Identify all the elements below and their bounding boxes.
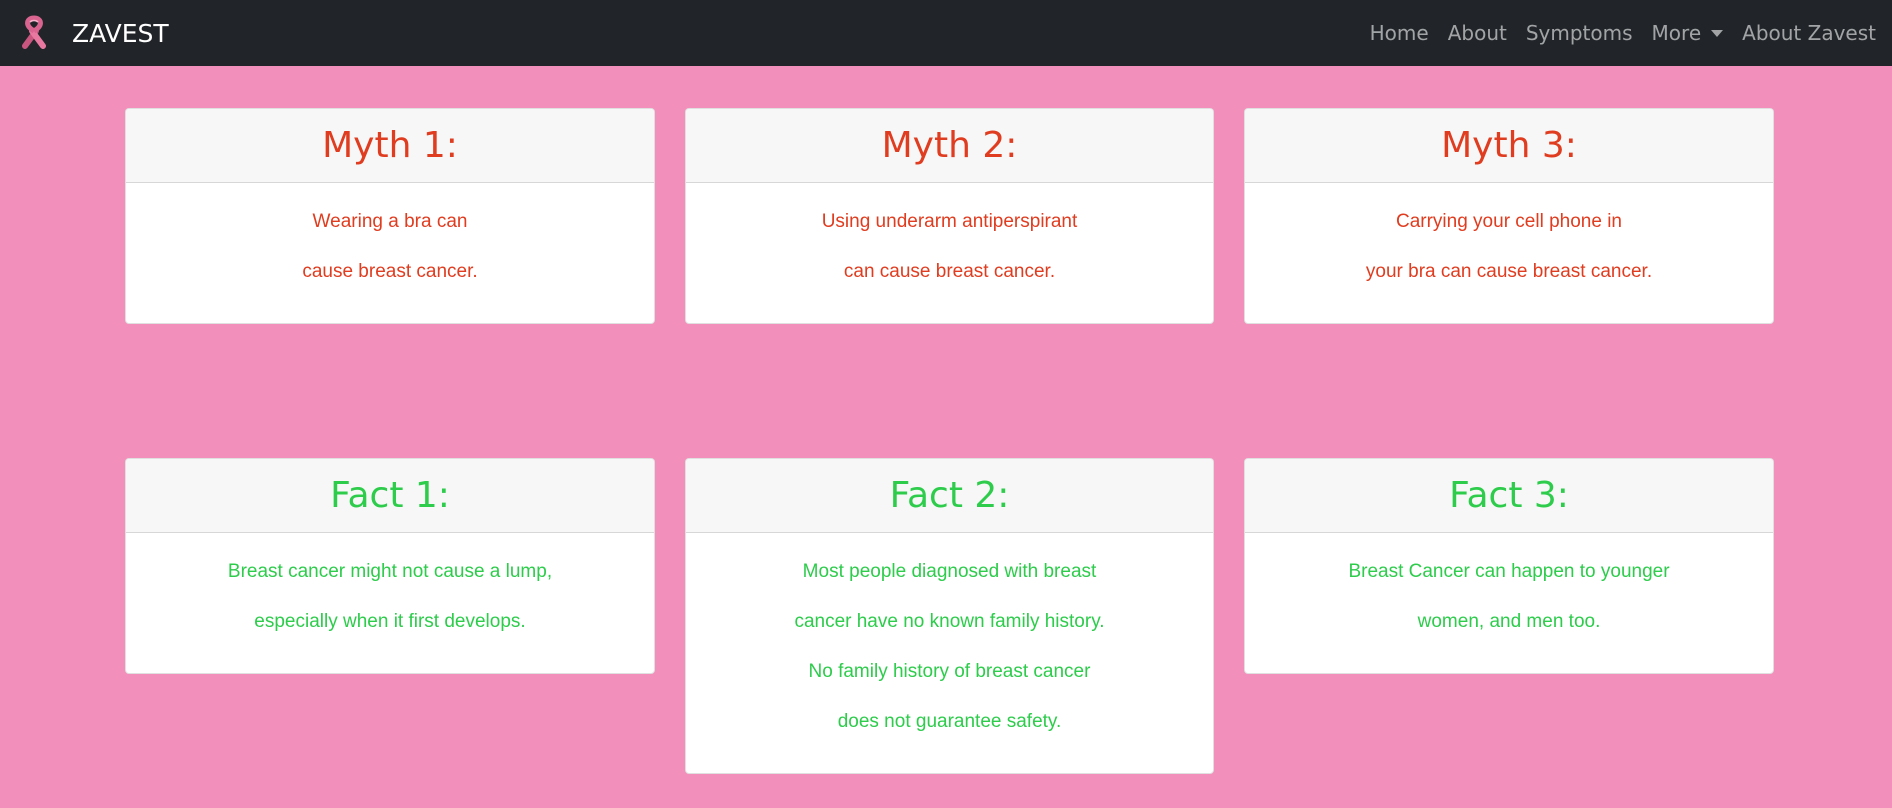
brand-name[interactable]: ZAVEST [72,19,169,48]
card-header: Fact 1: [126,459,654,533]
fact-text-line: cancer have no known family history. [794,611,1105,632]
fact-text-line: especially when it first develops. [254,611,526,632]
fact-text-line: Most people diagnosed with breast [802,561,1097,582]
fact-text-line: No family history of breast cancer [808,661,1091,682]
nav-link-about[interactable]: About [1448,21,1507,45]
myth-card-1: Myth 1: Wearing a bra can cause breast c… [125,108,655,324]
myth-card-3: Myth 3: Carrying your cell phone in your… [1244,108,1774,324]
fact-title: Fact 1: [330,475,450,516]
nav-links: Home About Symptoms More About Zavest [1351,0,1876,66]
caret-down-icon [1711,29,1724,37]
myth-text-line: Carrying your cell phone in [1395,211,1622,232]
card-body: Carrying your cell phone in your bra can… [1245,183,1773,297]
myth-text-line: your bra can cause breast cancer. [1365,261,1653,282]
card-header: Fact 3: [1245,459,1773,533]
navbar: ZAVEST Home About Symptoms More About Za… [0,0,1892,66]
card-header: Myth 1: [126,109,654,183]
card-header: Fact 2: [686,459,1213,533]
brand[interactable]: ZAVEST [16,15,169,51]
myth-title: Myth 2: [881,125,1018,166]
pink-ribbon-icon [22,15,46,49]
nav-link-about-zavest[interactable]: About Zavest [1742,21,1876,45]
fact-text-line: Breast Cancer can happen to younger [1348,561,1670,582]
card-body: Most people diagnosed with breast cancer… [686,533,1213,747]
nav-link-symptoms[interactable]: Symptoms [1526,21,1633,45]
myth-text-line: Using underarm antiperspirant [821,211,1078,232]
fact-text-line: does not guarantee safety. [837,711,1062,732]
fact-card-2: Fact 2: Most people diagnosed with breas… [685,458,1214,774]
fact-title: Fact 3: [1449,475,1569,516]
card-body: Wearing a bra can cause breast cancer. [126,183,654,297]
myth-card-2: Myth 2: Using underarm antiperspirant ca… [685,108,1214,324]
card-body: Breast cancer might not cause a lump, es… [126,533,654,647]
myth-text-line: can cause breast cancer. [843,261,1056,282]
nav-dropdown-more-label: More [1651,21,1702,45]
myth-title: Myth 3: [1441,125,1577,166]
card-body: Using underarm antiperspirant can cause … [686,183,1213,297]
card-header: Myth 3: [1245,109,1773,183]
fact-text-line: Breast cancer might not cause a lump, [227,561,553,582]
fact-card-1: Fact 1: Breast cancer might not cause a … [125,458,655,674]
myth-text-line: cause breast cancer. [302,261,478,282]
myth-title: Myth 1: [322,125,458,166]
nav-dropdown-more[interactable]: More [1652,21,1724,45]
card-header: Myth 2: [686,109,1213,183]
card-body: Breast Cancer can happen to younger wome… [1245,533,1773,647]
fact-title: Fact 2: [889,475,1010,516]
myth-text-line: Wearing a bra can [312,211,468,232]
fact-card-3: Fact 3: Breast Cancer can happen to youn… [1244,458,1774,674]
fact-text-line: women, and men too. [1417,611,1601,632]
nav-link-home[interactable]: Home [1370,21,1429,45]
